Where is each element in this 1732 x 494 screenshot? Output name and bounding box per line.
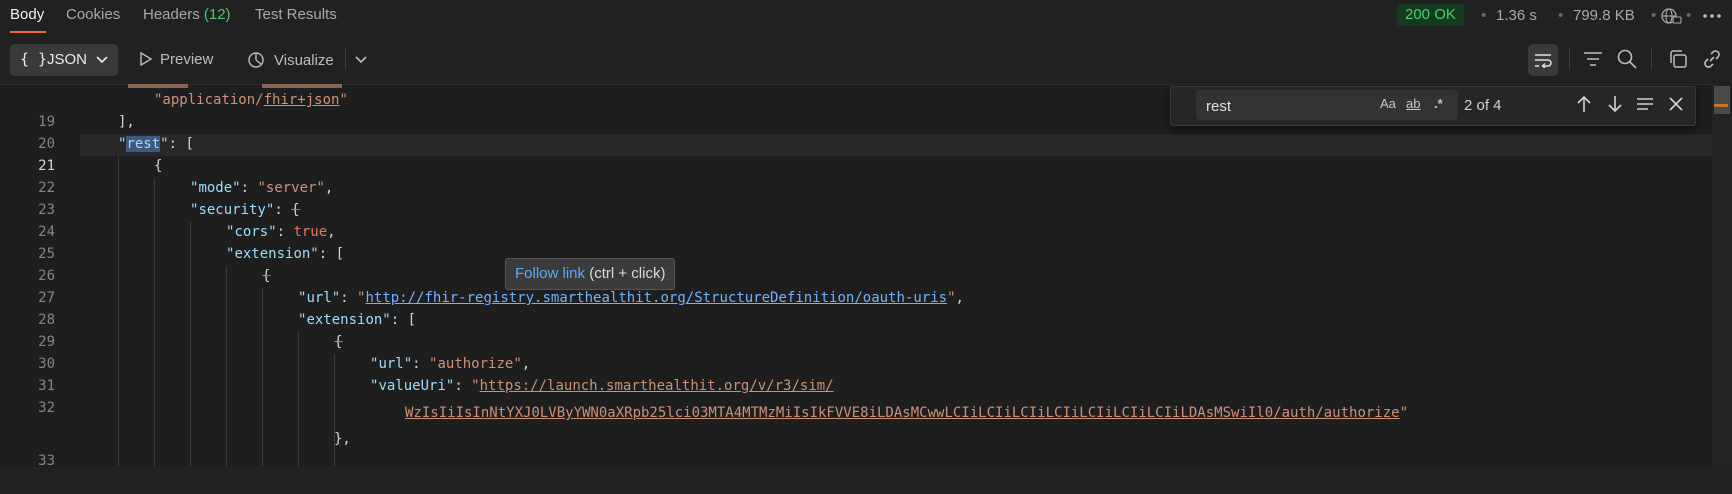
active-tab-indicator xyxy=(10,31,46,33)
boolean-token: true xyxy=(293,224,328,240)
tab-test-results[interactable]: Test Results xyxy=(255,6,337,23)
punctuation-token: { xyxy=(154,158,163,174)
format-label: JSON xyxy=(47,51,88,68)
filter-icon[interactable] xyxy=(1583,50,1603,68)
visualize-button[interactable]: Visualize xyxy=(246,51,334,69)
punctuation-token: }, xyxy=(334,431,351,447)
toolbar-divider xyxy=(1651,48,1652,70)
clipped-line xyxy=(262,84,342,88)
preview-label: Preview xyxy=(160,51,214,68)
punctuation-token: { xyxy=(334,334,343,350)
regex-toggle[interactable]: .* xyxy=(1434,96,1443,111)
wrap-lines-button[interactable] xyxy=(1528,44,1558,76)
tooltip-link-text[interactable]: Follow link xyxy=(515,265,585,282)
key-token: extension xyxy=(234,246,311,262)
tab-headers-label: Headers xyxy=(143,6,200,23)
punctuation-token: ], xyxy=(118,114,135,130)
url-link[interactable]: WzIsIiIsInNtYXJ0LVByYWN0aXRpb25lci03MTA4… xyxy=(405,405,1400,421)
key-token: valueUri xyxy=(378,378,446,394)
find-input[interactable] xyxy=(1204,94,1368,118)
code-line: 31 "url": "authorize", xyxy=(0,353,1718,394)
separator-dot: • xyxy=(1481,7,1487,24)
tab-body[interactable]: Body xyxy=(10,6,44,23)
close-icon[interactable] xyxy=(1669,97,1683,111)
tab-headers[interactable]: Headers (12) xyxy=(143,6,231,23)
json-braces-icon: { } xyxy=(20,50,48,68)
match-case-toggle[interactable]: Aa xyxy=(1380,96,1396,111)
key-token: cors xyxy=(234,224,269,240)
find-match-count: 2 of 4 xyxy=(1464,97,1502,114)
url-link[interactable]: https://launch.smarthealthit.org/v/r3/si… xyxy=(480,378,834,394)
code-line: 29 "extension": [ xyxy=(0,309,1718,350)
copy-icon[interactable] xyxy=(1668,49,1688,69)
separator-dot: • xyxy=(1686,7,1692,24)
more-options-icon[interactable] xyxy=(1702,13,1722,19)
toolbar-divider xyxy=(1569,48,1570,70)
string-token: " xyxy=(339,92,348,108)
tooltip-hint: (ctrl + click) xyxy=(589,265,666,282)
link-icon[interactable] xyxy=(1702,49,1722,69)
key-token: extension xyxy=(306,312,383,328)
follow-link-tooltip: Follow link (ctrl + click) xyxy=(505,258,676,290)
tab-cookies[interactable]: Cookies xyxy=(66,6,120,23)
key-token: mode xyxy=(198,180,233,196)
tab-headers-count: (12) xyxy=(203,6,231,23)
find-in-selection-icon[interactable] xyxy=(1636,97,1654,111)
clipped-line xyxy=(128,84,188,88)
code-line: 32 "valueUri": "https://launch.smartheal… xyxy=(0,375,1718,416)
search-icon[interactable] xyxy=(1617,49,1637,69)
punctuation-token: { xyxy=(262,268,271,284)
code-line: 22 { xyxy=(0,155,1718,196)
toolbar-divider xyxy=(345,48,346,70)
search-match-marker xyxy=(1714,104,1728,107)
network-globe-icon[interactable] xyxy=(1660,6,1682,26)
response-size[interactable]: 799.8 KB xyxy=(1573,7,1635,24)
separator-dot: • xyxy=(1651,7,1657,24)
string-token: fhir+json xyxy=(263,92,340,108)
visualize-icon xyxy=(248,52,264,68)
key-token: url xyxy=(378,356,404,372)
key-token: url xyxy=(306,290,332,306)
chevron-down-icon xyxy=(96,56,108,64)
wrap-lines-icon xyxy=(1535,54,1552,68)
search-match-highlight: rest xyxy=(126,136,161,152)
url-link[interactable]: http://fhir-registry.smarthealthit.org/S… xyxy=(365,290,947,306)
code-line: 26 "extension": [ xyxy=(0,243,1718,284)
visualize-label: Visualize xyxy=(274,52,334,69)
code-line: 30 { xyxy=(0,331,1718,372)
code-line: 33 }, xyxy=(0,428,1718,469)
next-match-arrow-down-icon[interactable] xyxy=(1607,95,1623,113)
code-line: 21 "rest": [ xyxy=(0,133,1718,174)
code-line: 24 "security": { xyxy=(0,199,1718,240)
response-time[interactable]: 1.36 s xyxy=(1496,7,1537,24)
previous-match-arrow-up-icon[interactable] xyxy=(1576,95,1592,113)
visualize-chevron-down-icon[interactable] xyxy=(355,56,367,64)
string-token: "application/ xyxy=(154,92,264,108)
play-icon xyxy=(140,51,153,67)
code-line-wrapped: WzIsIiIsInNtYXJ0LVByYWN0aXRpb25lci03MTA4… xyxy=(405,405,1409,421)
code-line: 25 "cors": true, xyxy=(0,221,1718,262)
string-token: "server" xyxy=(257,180,325,196)
status-badge: 200 OK xyxy=(1397,4,1464,26)
key-token: security xyxy=(198,202,266,218)
separator-dot: • xyxy=(1558,7,1564,24)
scrollbar-thumb[interactable] xyxy=(1714,86,1730,114)
format-dropdown[interactable]: { } JSON xyxy=(10,44,118,76)
code-line: 27 { xyxy=(0,265,1718,306)
code-line: 23 "mode": "server", xyxy=(0,177,1718,218)
vertical-scrollbar[interactable] xyxy=(1712,84,1732,466)
string-token: "authorize" xyxy=(429,356,522,372)
preview-button[interactable]: Preview xyxy=(140,51,213,68)
line-number: 33 xyxy=(38,453,55,469)
code-line: 28 "url": "http://fhir-registry.smarthea… xyxy=(0,287,1718,328)
match-whole-word-toggle[interactable]: ab xyxy=(1406,96,1420,111)
